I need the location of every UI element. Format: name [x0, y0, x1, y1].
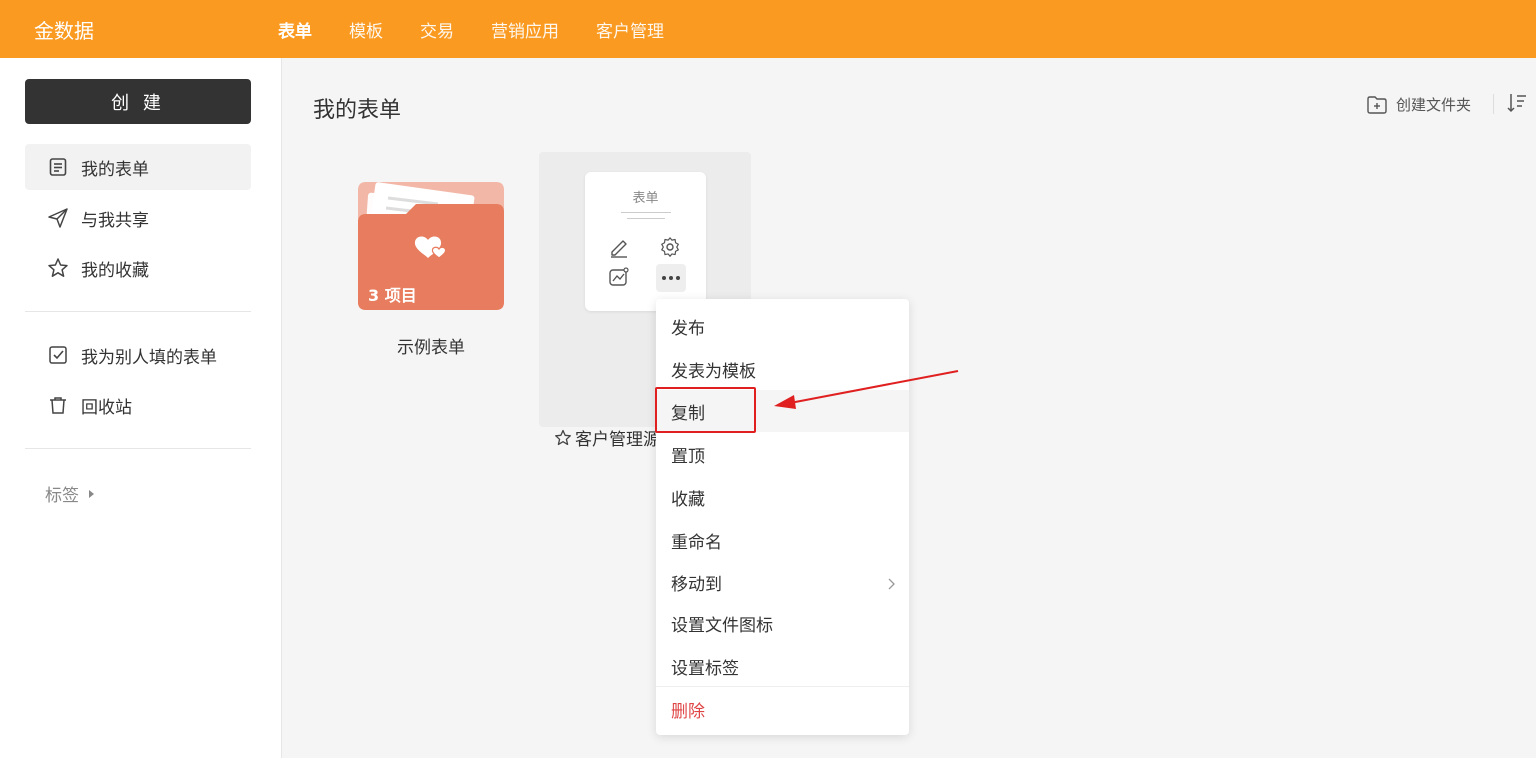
chevron-right-icon: [887, 575, 895, 595]
sidebar-item-label: 我为别人填的表单: [81, 347, 217, 368]
context-menu: 发布 发表为模板 复制 置顶 收藏 重命名 移动到 设置文件图标 设置标签 删除: [656, 299, 909, 735]
tags-label: 标签: [45, 486, 79, 506]
brand-logo[interactable]: 金数据: [34, 15, 94, 44]
form-thumbnail[interactable]: 表单: [585, 172, 706, 311]
menu-item-label: 移动到: [671, 574, 722, 595]
thumb-line: [627, 218, 665, 219]
folder-card[interactable]: 3 项目: [358, 182, 504, 312]
top-nav: 表单 模板 交易 营销应用 客户管理: [278, 0, 701, 58]
sidebar-item-shared[interactable]: 与我共享: [25, 195, 251, 241]
nav-item-templates[interactable]: 模板: [349, 17, 383, 42]
menu-item-publish-template[interactable]: 发表为模板: [656, 348, 909, 390]
trash-icon: [47, 394, 69, 416]
sidebar-item-filled-for-others[interactable]: 我为别人填的表单: [25, 332, 251, 378]
sidebar-item-my-forms[interactable]: 我的表单: [25, 144, 251, 190]
folder-plus-icon: [1366, 95, 1388, 115]
sidebar-item-label: 回收站: [81, 397, 132, 418]
star-icon: [47, 257, 69, 279]
menu-item-favorite[interactable]: 收藏: [656, 476, 909, 518]
toolbar-separator: [1493, 94, 1494, 114]
create-folder-button[interactable]: 创建文件夹: [1366, 94, 1471, 115]
sort-icon[interactable]: [1507, 92, 1527, 118]
gear-icon[interactable]: [657, 234, 683, 260]
thumb-line: [621, 212, 671, 213]
menu-item-publish[interactable]: 发布: [656, 305, 909, 347]
sidebar-item-label: 与我共享: [81, 210, 149, 231]
sidebar-item-trash[interactable]: 回收站: [25, 382, 251, 428]
menu-item-pin[interactable]: 置顶: [656, 433, 909, 475]
tags-toggle[interactable]: 标签: [45, 481, 94, 506]
thumb-title: 表单: [632, 191, 659, 206]
menu-item-move-to[interactable]: 移动到: [656, 561, 909, 603]
sidebar: 创 建 我的表单 与我共享 我的收藏 我为别人填的表单 回收站 标签: [0, 58, 282, 758]
folder-name[interactable]: 示例表单: [331, 333, 531, 358]
more-options-icon[interactable]: [656, 264, 686, 292]
menu-item-set-tags[interactable]: 设置标签: [656, 645, 909, 687]
sidebar-item-favorites[interactable]: 我的收藏: [25, 245, 251, 291]
create-button[interactable]: 创 建: [25, 79, 251, 124]
menu-item-set-icon[interactable]: 设置文件图标: [656, 602, 909, 644]
paper-plane-icon: [47, 207, 69, 229]
create-folder-label: 创建文件夹: [1396, 96, 1472, 114]
folder-count: 3 项目: [368, 286, 417, 305]
favorite-star-icon[interactable]: [554, 429, 572, 447]
nav-item-trade[interactable]: 交易: [420, 17, 454, 42]
form-doc-icon: [47, 156, 69, 178]
top-bar: 金数据 表单 模板 交易 营销应用 客户管理: [0, 0, 1536, 58]
checkbox-icon: [47, 344, 69, 366]
nav-item-crm[interactable]: 客户管理: [596, 17, 664, 42]
menu-item-rename[interactable]: 重命名: [656, 519, 909, 561]
menu-item-copy[interactable]: 复制: [656, 390, 909, 432]
page-title: 我的表单: [313, 98, 402, 123]
sidebar-item-label: 我的表单: [81, 159, 149, 180]
main-content: 我的表单 创建文件夹 3 项目 示例表单 表单 客户管理源: [283, 58, 1536, 758]
menu-item-delete[interactable]: 删除: [656, 688, 909, 730]
form-name-text: 客户管理源: [575, 430, 656, 450]
form-name[interactable]: 客户管理源: [554, 425, 656, 450]
menu-divider: [656, 686, 909, 687]
sidebar-divider: [25, 448, 251, 449]
sidebar-divider: [25, 311, 251, 312]
edit-icon[interactable]: [606, 234, 632, 260]
nav-item-forms[interactable]: 表单: [278, 17, 312, 42]
nav-item-marketing[interactable]: 营销应用: [491, 17, 559, 42]
stats-chart-icon[interactable]: [606, 264, 632, 290]
sidebar-item-label: 我的收藏: [81, 260, 149, 281]
caret-right-icon: [89, 489, 94, 498]
